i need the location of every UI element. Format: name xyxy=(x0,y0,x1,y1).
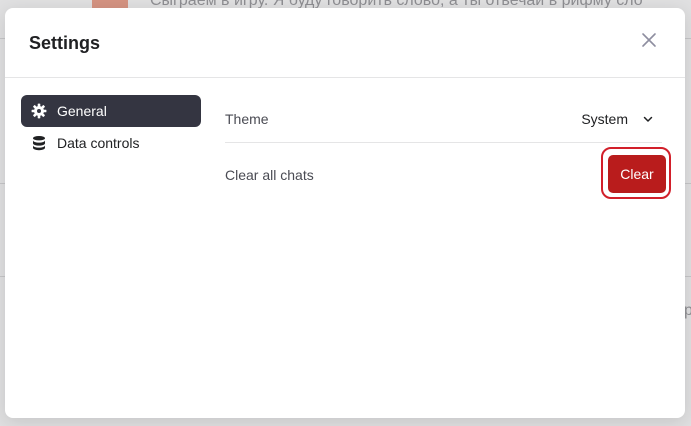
theme-row: Theme System xyxy=(225,95,662,143)
clear-chats-label: Clear all chats xyxy=(225,167,314,183)
clear-chats-row: Clear all chats Clear xyxy=(225,143,671,207)
database-icon xyxy=(31,135,47,151)
sidebar-item-label: General xyxy=(57,103,107,119)
clear-chats-button[interactable]: Clear xyxy=(608,155,666,193)
chevron-down-icon xyxy=(642,113,654,125)
theme-select-value: System xyxy=(581,110,628,127)
general-settings-panel: Theme System Clear all chats Clear xyxy=(225,95,671,207)
sidebar-item-data-controls[interactable]: Data controls xyxy=(21,127,201,159)
sidebar-item-label: Data controls xyxy=(57,135,140,151)
sidebar-item-general[interactable]: General xyxy=(21,95,201,127)
gear-icon xyxy=(31,103,47,119)
theme-label: Theme xyxy=(225,110,269,127)
settings-sidebar: General Data controls xyxy=(21,95,201,159)
close-button[interactable] xyxy=(637,30,661,54)
theme-select[interactable]: System xyxy=(581,111,654,127)
close-icon xyxy=(641,32,657,53)
dialog-header: Settings xyxy=(5,8,685,78)
settings-dialog: Settings General Data controls Theme Sys… xyxy=(5,8,685,418)
clear-button-focus-ring: Clear xyxy=(601,147,671,199)
dialog-title: Settings xyxy=(29,33,101,53)
